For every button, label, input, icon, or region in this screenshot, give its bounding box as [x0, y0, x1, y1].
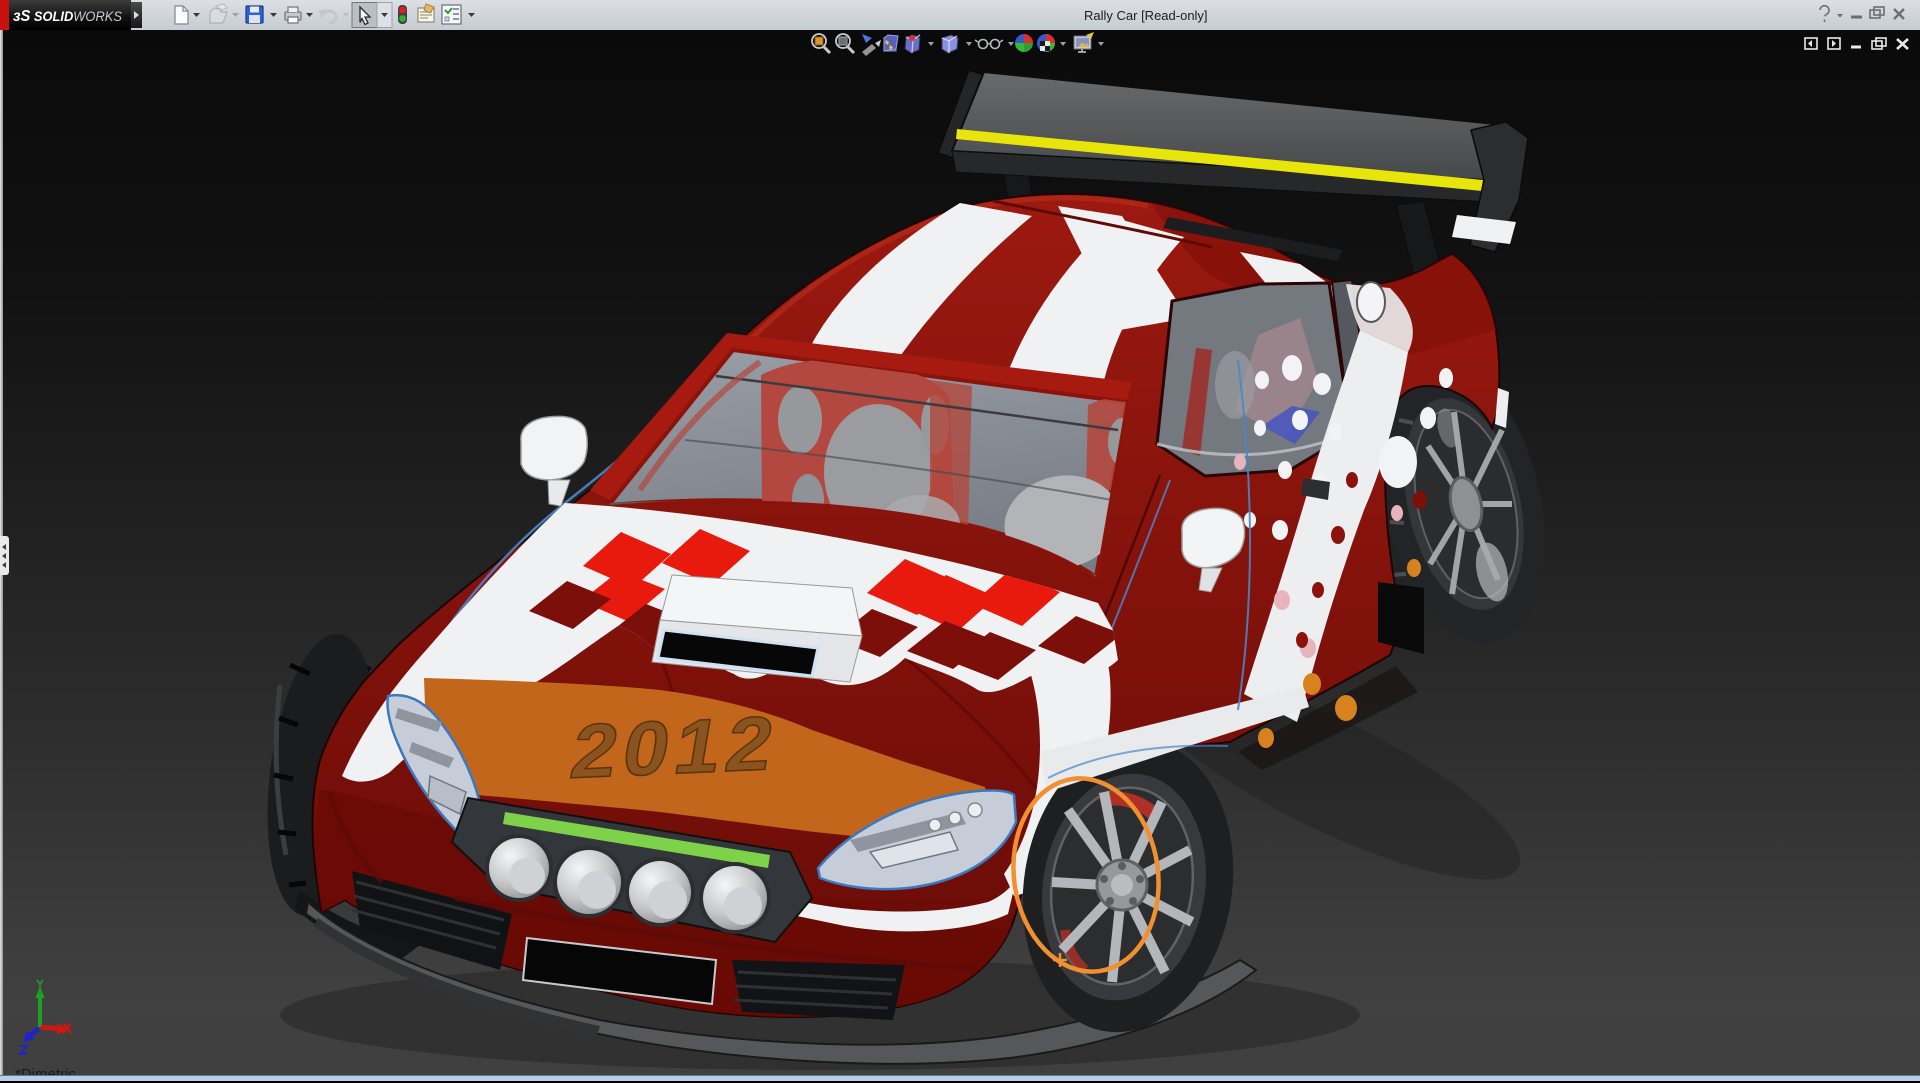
svg-text:2012: 2012	[565, 700, 786, 795]
